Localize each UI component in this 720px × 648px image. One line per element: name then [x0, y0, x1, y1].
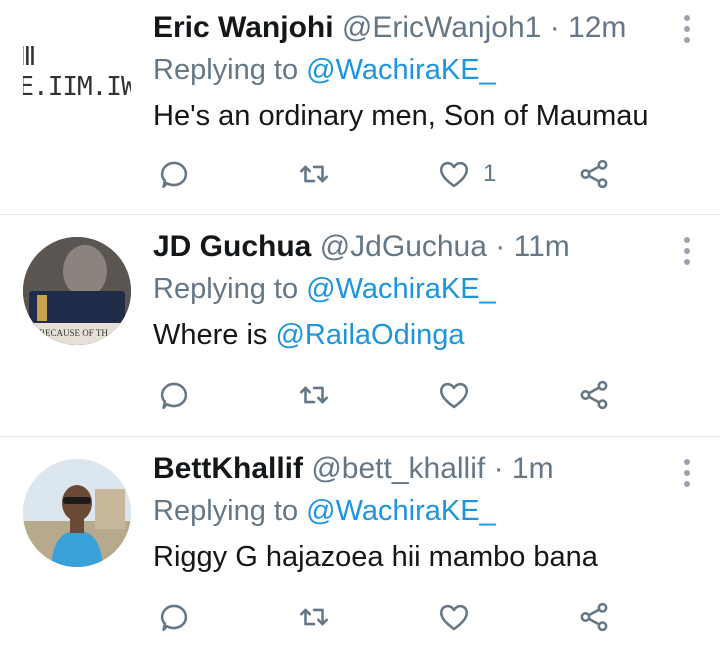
tweet-text: Where is @RailaOdinga: [153, 317, 660, 353]
separator-dot: ·: [493, 452, 504, 485]
tweet-mention-link[interactable]: @RailaOdinga: [275, 319, 464, 351]
tweet-text-prefix: Where is: [153, 319, 276, 351]
reply-icon: [160, 382, 188, 410]
share-icon: [580, 380, 608, 410]
retweet-button[interactable]: [297, 597, 331, 637]
tweet-header: BettKhallif @bett_khallif · 1m: [153, 451, 660, 487]
reply-mention-link[interactable]: @WachiraKE_: [306, 273, 496, 305]
author-handle[interactable]: @JdGuchua: [320, 230, 487, 263]
tweet-3[interactable]: BettKhallif @bett_khallif · 1m Replying …: [0, 436, 720, 648]
author-name[interactable]: Eric Wanjohi: [153, 11, 334, 44]
like-button[interactable]: [437, 597, 471, 637]
reply-mention-link[interactable]: @WachiraKE_: [306, 495, 496, 527]
like-icon: [439, 161, 469, 188]
retweet-button[interactable]: [297, 375, 331, 415]
tweet-header: Eric Wanjohi @EricWanjoh1 · 12m: [153, 10, 660, 46]
retweet-icon: [299, 608, 329, 626]
share-button[interactable]: [577, 597, 611, 637]
replying-to: Replying to @WachiraKE_: [153, 52, 660, 88]
tweet-2[interactable]: BECAUSE OF TH JD Guchua @JdGuchua · 11m …: [0, 214, 720, 436]
reply-button[interactable]: [157, 154, 191, 194]
tweet-text: He's an ordinary men, Son of Maumau: [153, 100, 649, 132]
like-button[interactable]: 1: [437, 154, 496, 194]
avatar-image: [23, 459, 131, 567]
separator-dot: ·: [549, 11, 560, 44]
more-options-icon[interactable]: [682, 237, 692, 270]
tweet-header: JD Guchua @JdGuchua · 11m: [153, 229, 660, 265]
author-handle[interactable]: @bett_khallif: [311, 452, 485, 485]
more-options-icon[interactable]: [682, 15, 692, 48]
action-bar: 1: [153, 154, 613, 194]
replying-to: Replying to @WachiraKE_: [153, 493, 660, 529]
timestamp[interactable]: 1m: [512, 452, 554, 485]
timestamp[interactable]: 12m: [568, 11, 626, 44]
reply-button[interactable]: [157, 375, 191, 415]
like-icon: [439, 382, 469, 409]
like-icon: [439, 604, 469, 631]
share-icon: [580, 159, 608, 189]
retweet-icon: [299, 386, 329, 404]
share-button[interactable]: [577, 154, 611, 194]
share-button[interactable]: [577, 375, 611, 415]
avatar[interactable]: Ⅲ E.IIM.IW: [23, 18, 131, 126]
reply-button[interactable]: [157, 597, 191, 637]
reply-mention-link[interactable]: @WachiraKE_: [306, 54, 496, 86]
tweet-1[interactable]: Ⅲ E.IIM.IW Eric Wanjohi @EricWanjoh1 · 1…: [0, 0, 720, 214]
action-bar: [153, 375, 613, 415]
avatar-logo-text: Ⅲ E.IIM.IW: [23, 42, 131, 102]
avatar[interactable]: BECAUSE OF TH: [23, 237, 131, 345]
replying-label: Replying to: [153, 273, 299, 305]
tweet-text: Riggy G hajazoea hii mambo bana: [153, 541, 598, 573]
retweet-button[interactable]: [297, 154, 331, 194]
separator-dot: ·: [495, 230, 506, 263]
like-button[interactable]: [437, 375, 471, 415]
replying-label: Replying to: [153, 495, 299, 527]
reply-icon: [160, 604, 188, 632]
reply-icon: [160, 161, 188, 189]
more-options-icon[interactable]: [682, 459, 692, 492]
replying-to: Replying to @WachiraKE_: [153, 271, 660, 307]
timestamp[interactable]: 11m: [514, 230, 570, 263]
replying-label: Replying to: [153, 54, 299, 86]
avatar[interactable]: [23, 459, 131, 567]
retweet-icon: [299, 165, 329, 183]
author-name[interactable]: JD Guchua: [153, 230, 311, 263]
action-bar: [153, 597, 613, 637]
share-icon: [580, 602, 608, 632]
like-count: 1: [483, 160, 497, 187]
author-name[interactable]: BettKhallif: [153, 452, 303, 485]
avatar-caption: BECAUSE OF TH: [39, 328, 108, 338]
author-handle[interactable]: @EricWanjoh1: [342, 11, 541, 44]
